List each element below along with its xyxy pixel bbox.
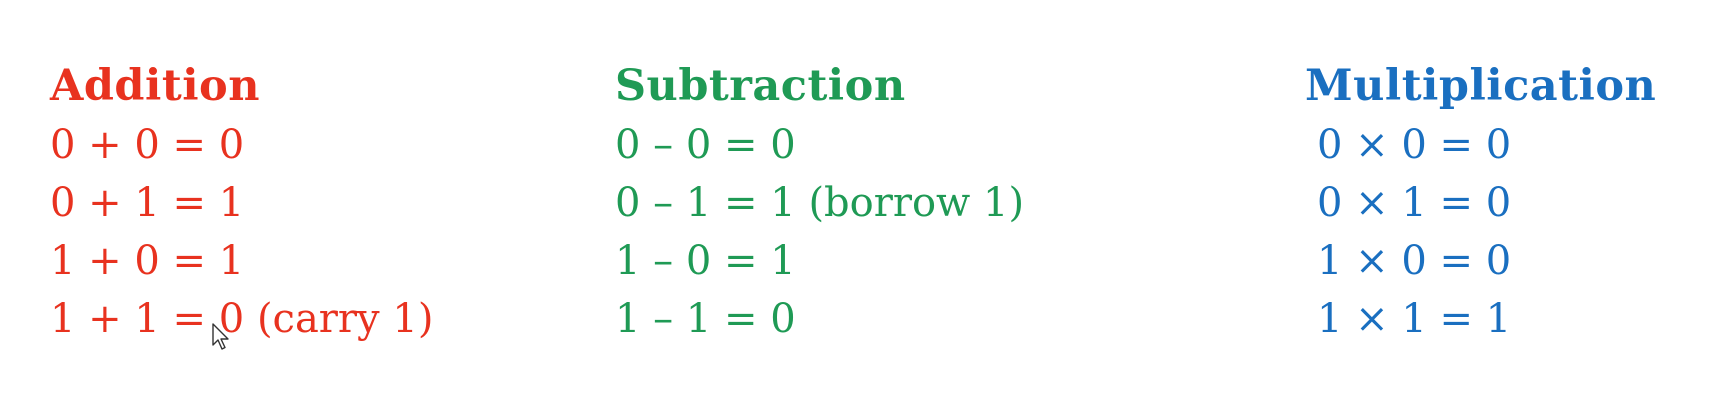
- subtraction-rule: 1 – 0 = 1: [615, 238, 796, 284]
- mouse-pointer-icon: [212, 323, 229, 350]
- addition-rule: 0 + 1 = 1: [50, 180, 245, 226]
- multiplication-rule: 1 × 0 = 0: [1317, 238, 1512, 284]
- subtraction-rule: 1 – 1 = 0: [615, 296, 796, 342]
- subtraction-rules: 0 – 0 = 0 0 – 1 = 1 (borrow 1) 1 – 0 = 1…: [615, 116, 1024, 348]
- addition-rule: 0 + 0 = 0: [50, 122, 245, 168]
- addition-column: Addition 0 + 0 = 0 0 + 1 = 1 1 + 0 = 1 1…: [50, 56, 433, 348]
- subtraction-rule: 0 – 1 = 1 (borrow 1): [615, 180, 1025, 226]
- multiplication-rule: 0 × 1 = 0: [1317, 180, 1512, 226]
- addition-rule: 1 + 1 = 0 (carry 1): [50, 296, 434, 342]
- subtraction-column: Subtraction 0 – 0 = 0 0 – 1 = 1 (borrow …: [615, 56, 1024, 348]
- subtraction-rule: 0 – 0 = 0: [615, 122, 796, 168]
- addition-heading: Addition: [50, 61, 260, 111]
- multiplication-rule: 0 × 0 = 0: [1317, 122, 1512, 168]
- addition-rules: 0 + 0 = 0 0 + 1 = 1 1 + 0 = 1 1 + 1 = 0 …: [50, 116, 433, 348]
- slide: Addition 0 + 0 = 0 0 + 1 = 1 1 + 0 = 1 1…: [0, 0, 1730, 414]
- subtraction-heading: Subtraction: [615, 61, 906, 111]
- multiplication-rules: 0 × 0 = 0 0 × 1 = 0 1 × 0 = 0 1 × 1 = 1: [1305, 116, 1656, 348]
- multiplication-rule: 1 × 1 = 1: [1317, 296, 1512, 342]
- multiplication-heading: Multiplication: [1305, 61, 1657, 111]
- addition-rule: 1 + 0 = 1: [50, 238, 245, 284]
- multiplication-column: Multiplication 0 × 0 = 0 0 × 1 = 0 1 × 0…: [1305, 56, 1656, 348]
